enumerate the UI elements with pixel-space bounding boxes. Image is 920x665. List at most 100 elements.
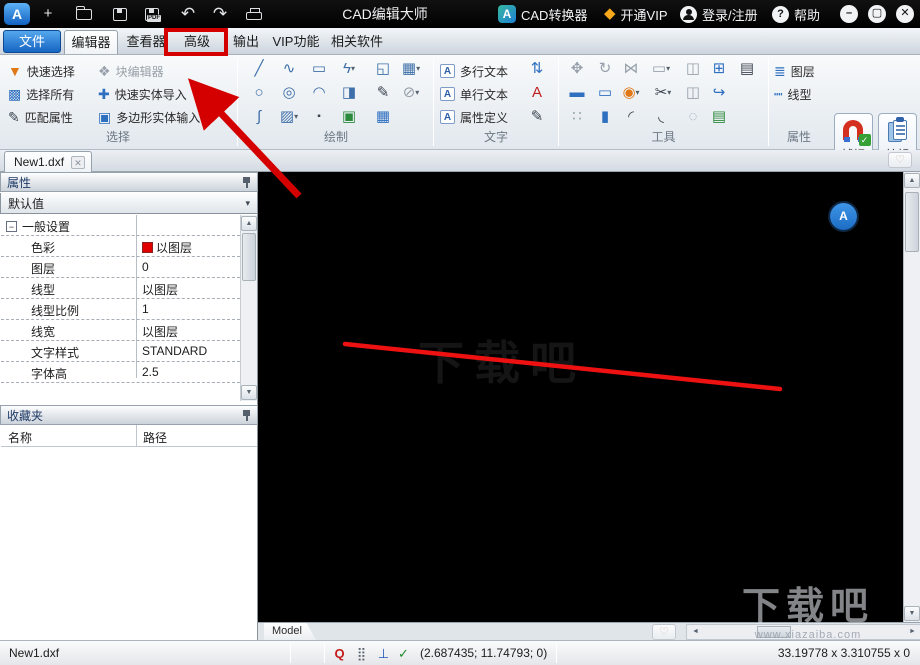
document-tab[interactable]: New1.dxf ✕ <box>4 151 92 172</box>
favorites-name-column[interactable]: 名称 <box>8 429 32 446</box>
property-row-text-height[interactable]: 字体高 2.5 <box>1 362 240 383</box>
save-button[interactable] <box>108 4 132 24</box>
circle-tool-icon[interactable]: ○ <box>246 82 272 104</box>
login-link[interactable]: 登录/注册 <box>680 0 758 28</box>
xref-tool-icon[interactable]: ⊞ <box>706 58 732 80</box>
panel-corner-button[interactable]: ♡ <box>888 152 912 168</box>
tab-close-icon[interactable]: ✕ <box>71 155 86 169</box>
layer-add-tool-icon[interactable]: ▤ <box>706 106 732 128</box>
new-file-button[interactable]: + <box>36 4 60 24</box>
insert-block-tool-icon[interactable]: ◨ <box>336 82 362 104</box>
tab-viewer[interactable]: 查看器 <box>122 30 170 54</box>
rotate-tool-icon[interactable]: ↻ <box>592 58 618 80</box>
point-array-tool-icon[interactable]: ∷ <box>564 106 590 128</box>
scroll-down-icon[interactable]: ▼ <box>904 606 920 621</box>
draft-mode-icon[interactable]: ✓ <box>394 644 413 663</box>
property-row-layer[interactable]: 图层 0 <box>1 257 240 278</box>
vip-link[interactable]: ◆ 开通VIP <box>604 0 668 28</box>
edit-text-icon[interactable]: A <box>524 82 550 104</box>
copy-tool-icon[interactable]: ◫ <box>680 58 706 80</box>
scroll-up-icon[interactable]: ▲ <box>904 173 920 188</box>
property-row-color[interactable]: 色彩 以图层 <box>1 236 240 257</box>
model-tab[interactable]: Model <box>264 623 316 640</box>
wipeout-tool-icon[interactable]: ⊘▾ <box>398 82 424 104</box>
ortho-toggle-icon[interactable]: ⊥ <box>374 644 393 663</box>
property-group-row[interactable]: − 一般设置 <box>1 215 240 236</box>
match-properties-button[interactable]: ✎ 匹配属性 <box>8 107 73 127</box>
drawing-canvas[interactable]: 下载吧 A <box>258 172 903 622</box>
property-row-lineweight[interactable]: 线宽 以图层 <box>1 320 240 341</box>
fillet-tool-icon[interactable]: ◜ <box>618 106 644 128</box>
mtext-button[interactable]: A 多行文本 <box>440 61 508 81</box>
translate-button[interactable]: A <box>830 203 857 230</box>
block-editor-button[interactable]: ❖ 块编辑器 <box>98 61 164 81</box>
redo-button[interactable]: ↷ <box>208 4 232 24</box>
property-row-linetype[interactable]: 线型 以图层 <box>1 278 240 299</box>
line-tool-icon[interactable]: ╱ <box>246 58 272 80</box>
image-tool-icon[interactable]: ▣ <box>336 106 362 128</box>
arc-tool-icon[interactable]: ◠ <box>306 82 332 104</box>
tab-advanced[interactable]: 高级 <box>172 30 222 54</box>
overlap-tool-icon[interactable]: ◌ <box>680 106 706 128</box>
cad-converter-link[interactable]: A CAD转换器 <box>498 0 587 28</box>
property-row-linetype-scale[interactable]: 线型比例 1 <box>1 299 240 320</box>
offset-tool-icon[interactable]: ▭▾ <box>648 58 674 80</box>
close-button[interactable]: ✕ <box>896 5 914 23</box>
tab-editor[interactable]: 编辑器 <box>64 30 118 54</box>
property-row-text-style[interactable]: 文字样式 STANDARD <box>1 341 240 362</box>
block-ref-tool-icon[interactable]: ↪ <box>706 82 732 104</box>
property-mode-select[interactable]: 默认值 ▾ <box>0 193 258 214</box>
canvas-vscrollbar[interactable]: ▲ ▼ <box>903 172 920 622</box>
align-tool-icon[interactable]: ▤ <box>734 58 760 80</box>
quick-entity-import-button[interactable]: ✚ 快速实体导入 <box>98 84 187 104</box>
tab-output[interactable]: 输出 <box>224 30 268 54</box>
hatch-tool-icon[interactable]: ▨▾ <box>276 106 302 128</box>
scroll-down-icon[interactable]: ▼ <box>241 385 257 400</box>
polyline-tool-icon[interactable]: ϟ▾ <box>336 58 362 80</box>
viewport-tool-icon[interactable]: ▭ <box>592 82 618 104</box>
lineweight-tool-icon[interactable]: ▮ <box>592 106 618 128</box>
edit-attribute-icon[interactable]: ✎ <box>524 106 550 128</box>
scroll-right-icon[interactable]: ► <box>905 626 920 638</box>
pen-tool-icon[interactable]: ✎ <box>370 82 396 104</box>
move-tool-icon[interactable]: ✥ <box>564 58 590 80</box>
tab-related[interactable]: 相关软件 <box>326 30 388 54</box>
chamfer-tool-icon[interactable]: ◟ <box>648 106 674 128</box>
text-order-icon[interactable]: ⇅ <box>524 58 550 80</box>
file-menu-button[interactable]: 文件 <box>3 30 61 53</box>
polygon-entity-input-button[interactable]: ▣ 多边形实体输入 <box>98 107 200 127</box>
rectangle-tool-icon[interactable]: ▭ <box>306 58 332 80</box>
ellipse-tool-icon[interactable]: ◎ <box>276 82 302 104</box>
minimize-button[interactable]: – <box>840 5 858 23</box>
copy-entities-tool-icon[interactable]: ◱ <box>370 58 396 80</box>
point-tool-icon[interactable]: ▪ <box>306 106 332 128</box>
help-link[interactable]: ? 帮助 <box>772 0 820 28</box>
print-button[interactable] <box>242 4 266 24</box>
collapse-group-icon[interactable]: − <box>6 221 17 232</box>
save-pdf-button[interactable]: PDF <box>140 4 164 24</box>
canvas-hscrollbar[interactable]: ◄ ► <box>686 624 920 640</box>
scrollbar-thumb[interactable] <box>905 192 919 252</box>
trim-tool-icon[interactable]: ✂▾ <box>650 82 676 104</box>
object-snap-toggle-icon[interactable]: Q <box>330 644 349 663</box>
quick-select-button[interactable]: ▼ 快速选择 <box>8 61 75 81</box>
tab-vip[interactable]: VIP功能 <box>268 30 324 54</box>
linetype-button[interactable]: ┉ 线型 <box>774 84 811 104</box>
single-text-button[interactable]: A 单行文本 <box>440 84 508 104</box>
region-tool-icon[interactable]: ▦▾ <box>398 58 424 80</box>
scrollbar-thumb[interactable] <box>242 233 256 281</box>
pick-point-tool-icon[interactable]: ◉▾ <box>618 82 644 104</box>
scroll-left-icon[interactable]: ◄ <box>688 626 703 638</box>
copy-nested-tool-icon[interactable]: ◫ <box>680 82 706 104</box>
layers-button[interactable]: ≣ 图层 <box>774 61 815 81</box>
scroll-up-icon[interactable]: ▲ <box>241 216 257 231</box>
open-file-button[interactable] <box>72 4 96 24</box>
maximize-button[interactable]: ▢ <box>868 5 886 23</box>
attribute-definition-button[interactable]: A 属性定义 <box>440 107 508 127</box>
undo-button[interactable]: ↶ <box>176 4 200 24</box>
grid-toggle-icon[interactable]: ⣿ <box>352 644 371 663</box>
select-all-button[interactable]: ▩ 选择所有 <box>8 84 74 104</box>
table-scrollbar[interactable]: ▲ ▼ <box>240 215 257 401</box>
favorites-path-column[interactable]: 路径 <box>143 429 167 446</box>
pin-icon[interactable] <box>242 176 251 188</box>
